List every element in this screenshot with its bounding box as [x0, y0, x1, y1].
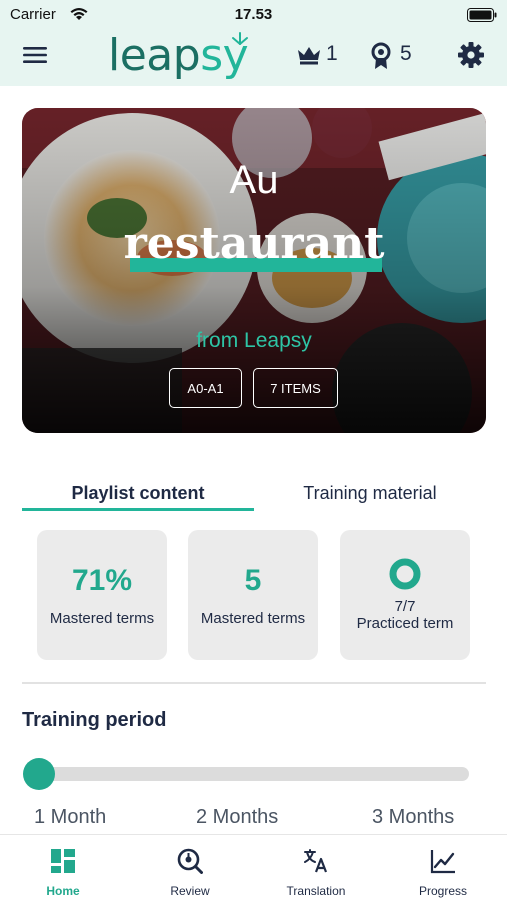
- tab-training-material[interactable]: Training material: [254, 483, 486, 513]
- nav-label: Review: [170, 884, 210, 898]
- training-period-title: Training period: [22, 709, 167, 731]
- playlist-hero-card: Au restaurant from Leapsy A0-A1 7 ITEMS: [22, 108, 486, 433]
- playlist-title: restaurant: [123, 218, 385, 269]
- crown-count: 1: [326, 42, 338, 65]
- practiced-ratio: 7/7: [394, 598, 416, 615]
- nav-label: Translation: [286, 884, 346, 898]
- items-count-tag: 7 ITEMS: [253, 368, 338, 408]
- progress-chart-icon: [430, 850, 455, 874]
- stat-card-mastered-count: 5 Mastered terms: [188, 530, 318, 660]
- clock: 17.53: [234, 6, 273, 23]
- stat-value: 5: [244, 564, 262, 597]
- medal-icon: [371, 42, 391, 69]
- logo-text-leap: leap: [108, 30, 201, 81]
- section-divider: [22, 682, 486, 684]
- period-option-3-months[interactable]: 3 Months: [372, 806, 454, 829]
- stat-value: 71%: [71, 564, 133, 597]
- period-option-2-months[interactable]: 2 Months: [196, 806, 278, 829]
- medal-count: 5: [400, 42, 412, 65]
- level-tag: A0-A1: [169, 368, 242, 408]
- stat-label: Practiced term: [356, 615, 454, 632]
- nav-home[interactable]: Home: [0, 835, 126, 900]
- playlist-pretitle: Au: [229, 158, 279, 202]
- nav-label: Home: [46, 884, 80, 898]
- nav-translation[interactable]: Translation: [253, 835, 379, 900]
- nav-label: Progress: [418, 884, 468, 898]
- gear-icon[interactable]: [457, 41, 485, 69]
- home-grid-icon: [51, 849, 75, 873]
- bottom-nav: Home Review Translation Progress: [0, 834, 507, 900]
- ring-icon: [389, 558, 421, 590]
- nav-review[interactable]: Review: [127, 835, 253, 900]
- crown-icon: [298, 47, 320, 65]
- playlist-author: from Leapsy: [196, 329, 312, 352]
- slider-thumb[interactable]: [23, 758, 55, 790]
- translation-icon: [304, 849, 328, 873]
- stat-card-practiced: 7/7 Practiced term: [340, 530, 470, 660]
- app-header: leapsy 1 5: [0, 30, 507, 86]
- nav-progress[interactable]: Progress: [380, 835, 506, 900]
- menu-icon[interactable]: [22, 44, 48, 66]
- stat-card-mastered-percent: 71% Mastered terms: [37, 530, 167, 660]
- stat-label: Mastered terms: [49, 610, 155, 627]
- training-period-slider[interactable]: [38, 767, 469, 781]
- stat-label: Mastered terms: [200, 610, 306, 627]
- review-icon: [177, 848, 203, 874]
- status-bar: Carrier 17.53: [0, 0, 507, 30]
- active-tab-indicator: [22, 508, 254, 511]
- battery-icon: [467, 8, 497, 22]
- sparkle-icon: [232, 32, 248, 45]
- period-option-1-month[interactable]: 1 Month: [34, 806, 106, 829]
